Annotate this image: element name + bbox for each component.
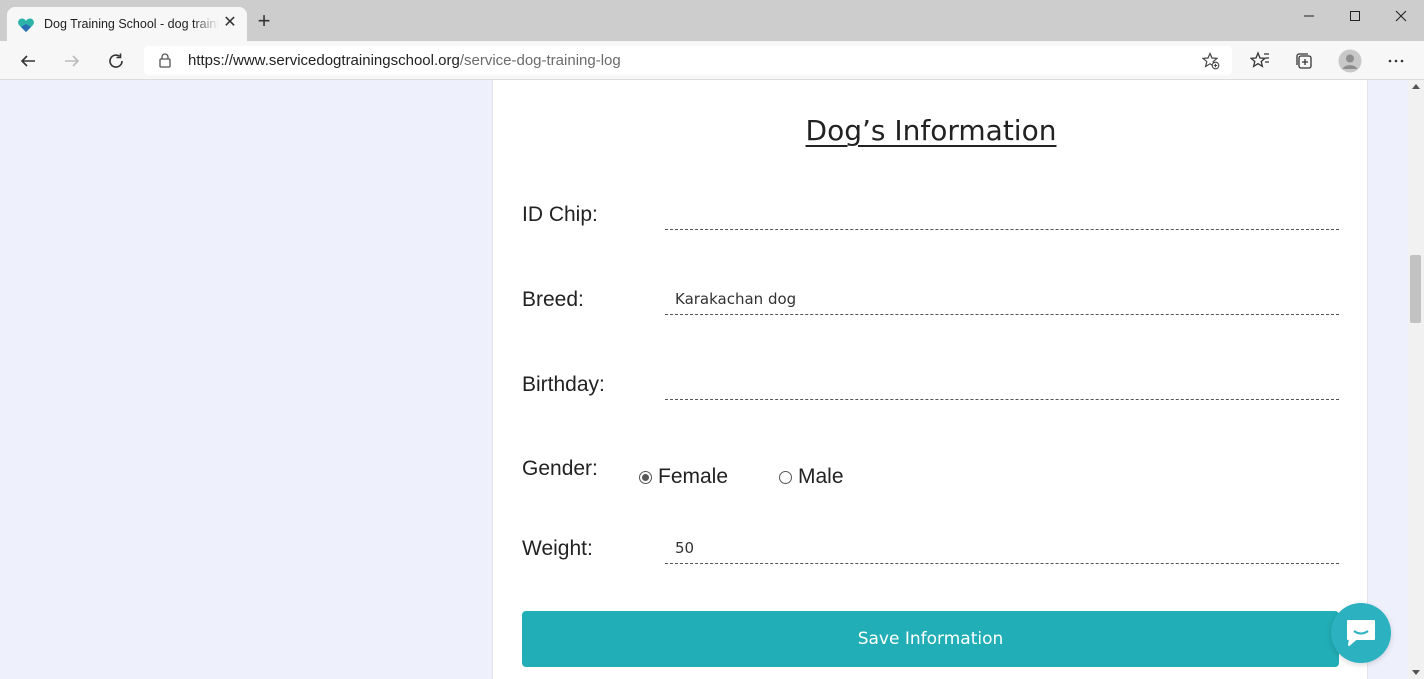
favorites-icon (1250, 51, 1269, 68)
more-icon (1388, 59, 1404, 63)
window-close-button[interactable] (1378, 0, 1424, 32)
save-information-button[interactable]: Save Information (522, 611, 1339, 667)
id-chip-label: ID Chip: (522, 203, 598, 226)
weight-label: Weight: (522, 537, 593, 560)
collections-icon (1296, 53, 1312, 69)
refresh-button[interactable] (102, 47, 130, 75)
more-button[interactable] (1382, 47, 1410, 75)
favorites-button[interactable] (1246, 47, 1274, 75)
collections-button[interactable] (1290, 47, 1318, 75)
chat-button[interactable] (1331, 603, 1391, 663)
heart-favicon-icon (18, 18, 34, 32)
url-domain: https://www.servicedogtrainingschool.org (188, 52, 460, 69)
gender-option-female[interactable]: Female (639, 465, 728, 489)
url-path: /service-dog-training-log (459, 52, 621, 69)
breed-label: Breed: (522, 288, 584, 311)
back-arrow-icon (20, 55, 35, 67)
maximize-icon (1350, 11, 1360, 21)
birthday-label: Birthday: (522, 373, 605, 396)
female-radio-label: Female (658, 465, 729, 488)
weight-field[interactable] (665, 532, 1339, 564)
maximize-button[interactable] (1332, 0, 1378, 32)
female-radio[interactable] (639, 470, 652, 484)
browser-toolbar: https://www.servicedogtrainingschool.org… (0, 41, 1424, 80)
scroll-down-arrow-icon[interactable] (1412, 670, 1420, 675)
male-radio[interactable] (779, 470, 792, 484)
breed-field[interactable] (665, 283, 1339, 315)
forward-arrow-icon (65, 55, 80, 67)
refresh-icon (109, 53, 123, 68)
window-close-icon (1395, 10, 1407, 22)
id-chip-field[interactable] (665, 198, 1339, 230)
address-bar[interactable]: https://www.servicedogtrainingschool.org… (144, 46, 1232, 75)
browser-tab[interactable]: Dog Training School - dog training log ✕ (7, 7, 247, 41)
url-text: https://www.servicedogtrainingschool.org… (188, 52, 621, 69)
star-add-icon[interactable] (1202, 52, 1220, 70)
profile-button[interactable] (1336, 47, 1364, 75)
chat-bubble-icon (1347, 620, 1375, 646)
tab-title: Dog Training School - dog training log (44, 17, 219, 31)
plus-icon[interactable]: + (253, 10, 275, 33)
minimize-icon (1304, 15, 1314, 17)
lock-icon[interactable] (158, 53, 172, 68)
scroll-up-arrow-icon[interactable] (1412, 84, 1420, 89)
close-icon[interactable]: ✕ (222, 15, 238, 31)
page-scrollbar[interactable] (1408, 80, 1424, 679)
forward-button[interactable] (58, 47, 86, 75)
dog-info-form: Dog’s Information ID Chip: Breed: Birthd… (492, 80, 1368, 679)
back-button[interactable] (14, 47, 42, 75)
birthday-field[interactable] (665, 368, 1339, 400)
minimize-button[interactable] (1286, 0, 1332, 32)
scrollbar-thumb[interactable] (1410, 255, 1421, 323)
page-title: Dog’s Information (805, 114, 1057, 147)
gender-label: Gender: (522, 457, 598, 480)
male-radio-label: Male (798, 465, 844, 488)
gender-option-male[interactable]: Male (779, 465, 844, 489)
browser-titlebar: Dog Training School - dog training log ✕… (0, 0, 1424, 41)
page-viewport: Dog’s Information ID Chip: Breed: Birthd… (0, 80, 1408, 679)
profile-icon (1338, 49, 1362, 73)
